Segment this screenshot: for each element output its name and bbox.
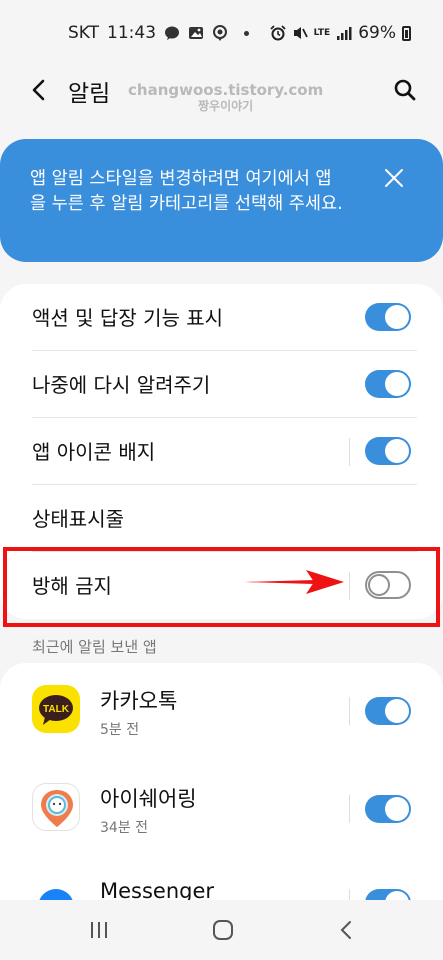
app-name: 아이쉐어링: [100, 787, 197, 811]
toggle-knob: [385, 439, 409, 463]
isharing-app-icon: [32, 783, 80, 831]
toggle-knob: [385, 305, 409, 329]
close-icon[interactable]: [383, 167, 405, 189]
more-notifications-dot: [244, 30, 250, 36]
recent-apps-icon[interactable]: [85, 916, 113, 944]
toggle-knob: [385, 372, 409, 396]
settings-row-label: 나중에 다시 알려주기: [32, 373, 211, 397]
isharing-pin-icon: [41, 790, 73, 827]
settings-row-do-not-disturb[interactable]: 방해 금지: [0, 552, 443, 618]
app-last-notified: 5분 전: [100, 722, 140, 738]
vertical-separator: [349, 572, 350, 600]
kakaotalk-notification-icon: [165, 26, 180, 40]
signal-icon: [337, 27, 352, 40]
watermark-url: changwoos.tistory.com: [128, 81, 324, 99]
status-bar: SKT 11:43 LTE 69%: [0, 0, 443, 66]
toggle-switch-on[interactable]: [365, 697, 411, 725]
kakaotalk-bubble-icon: TALK: [39, 695, 73, 725]
toggle-knob: [368, 574, 390, 596]
navigation-bar: [0, 900, 443, 960]
battery-icon: [402, 25, 411, 41]
settings-row-label: 방해 금지: [32, 574, 112, 598]
app-bar: 알림 changwoos.tistory.com 짱우이야기: [0, 66, 443, 116]
alarm-icon: [270, 25, 286, 41]
toggle-knob: [385, 797, 409, 821]
settings-row-app-icon-badge[interactable]: 앱 아이콘 배지: [0, 418, 443, 484]
settings-row-label: 상태표시줄: [32, 507, 124, 531]
settings-row-action-reply[interactable]: 액션 및 답장 기능 표시: [0, 284, 443, 350]
isharing-notification-icon: [213, 25, 228, 41]
battery-percent: 69%: [358, 23, 396, 43]
home-icon[interactable]: [209, 916, 237, 944]
toggle-switch-off[interactable]: [365, 571, 411, 599]
recent-apps-card: TALK 카카오톡 5분 전 아이쉐어링 34분 전 Messenger: [0, 663, 443, 931]
red-arrow-icon: [244, 570, 344, 594]
info-banner[interactable]: 앱 알림 스타일을 변경하려면 여기에서 앱을 누른 후 알림 카테고리를 선택…: [0, 139, 443, 262]
clock: 11:43: [107, 23, 157, 43]
kakaotalk-icon-text: TALK: [43, 704, 70, 715]
banner-text: 앱 알림 스타일을 변경하려면 여기에서 앱을 누른 후 알림 카테고리를 선택…: [30, 169, 343, 214]
vertical-separator: [349, 697, 350, 725]
app-row-kakaotalk[interactable]: TALK 카카오톡 5분 전: [0, 663, 443, 763]
toggle-switch-on[interactable]: [365, 437, 411, 465]
settings-row-snooze[interactable]: 나중에 다시 알려주기: [0, 351, 443, 417]
search-icon[interactable]: [391, 76, 419, 104]
toggle-knob: [385, 699, 409, 723]
settings-row-label: 앱 아이콘 배지: [32, 440, 156, 464]
toggle-switch-on[interactable]: [365, 795, 411, 823]
page-title: 알림: [68, 81, 111, 107]
watermark: changwoos.tistory.com 짱우이야기: [128, 82, 323, 114]
notification-settings-card: 액션 및 답장 기능 표시 나중에 다시 알려주기 앱 아이콘 배지 상태표시줄…: [0, 284, 443, 619]
kakaotalk-app-icon: TALK: [32, 685, 80, 733]
section-header-recent-apps: 최근에 알림 보낸 앱: [32, 638, 157, 656]
vibrate-mute-icon: [293, 27, 308, 39]
settings-row-label: 액션 및 답장 기능 표시: [32, 306, 224, 330]
toggle-switch-on[interactable]: [365, 370, 411, 398]
back-icon[interactable]: [333, 916, 361, 944]
app-row-isharing[interactable]: 아이쉐어링 34분 전: [0, 763, 443, 863]
watermark-blog-name: 짱우이야기: [198, 99, 254, 113]
gallery-notification-icon: [189, 27, 204, 39]
vertical-separator: [349, 795, 350, 823]
vertical-separator: [349, 438, 350, 466]
back-arrow-icon[interactable]: [26, 76, 54, 104]
network-type: LTE: [313, 27, 331, 38]
settings-row-status-bar[interactable]: 상태표시줄: [0, 485, 443, 551]
app-last-notified: 34분 전: [100, 820, 149, 836]
carrier-label: SKT: [68, 23, 100, 43]
toggle-switch-on[interactable]: [365, 303, 411, 331]
app-name: 카카오톡: [100, 689, 178, 713]
